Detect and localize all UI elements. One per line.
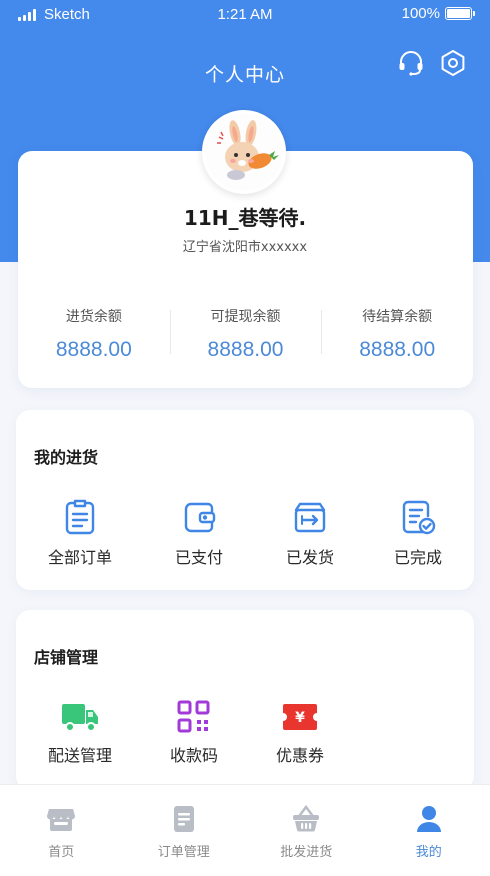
shipped-button[interactable]: 已发货 xyxy=(265,498,355,568)
qr-code-icon xyxy=(177,700,210,733)
user-address: 辽宁省沈阳市xxxxxx xyxy=(182,240,308,255)
battery-icon xyxy=(445,7,475,20)
tab-wholesale[interactable]: 批发进货 xyxy=(245,785,368,876)
grid-label: 已支付 xyxy=(174,548,223,567)
payment-code-button[interactable]: 收款码 xyxy=(149,700,239,766)
all-orders-button[interactable]: 全部订单 xyxy=(35,498,125,568)
balance-row: 进货余额 8888.00 可提现余额 8888.00 待结算余额 8888.00 xyxy=(18,300,473,370)
tab-label: 批发进货 xyxy=(280,845,333,860)
headset-icon[interactable] xyxy=(396,48,426,78)
wallet-icon xyxy=(184,502,216,533)
delivery-management-button[interactable]: 配送管理 xyxy=(35,700,125,766)
section-title: 店铺管理 xyxy=(34,648,99,667)
grid-label: 收款码 xyxy=(169,746,218,765)
completed-button[interactable]: 已完成 xyxy=(373,498,463,568)
user-avatar[interactable] xyxy=(202,110,286,194)
delivery-truck-icon xyxy=(62,704,98,732)
bunny-avatar-icon xyxy=(205,113,283,191)
grid-label: 全部订单 xyxy=(47,548,112,567)
my-purchases-card: 我的进货 全部订单 已支付 已发货 已完成 xyxy=(16,410,474,590)
tab-bar: 首页 订单管理 批发进货 我的 xyxy=(0,784,490,876)
paid-button[interactable]: 已支付 xyxy=(154,498,244,568)
balance-label: 进货余额 xyxy=(65,309,122,325)
settings-icon[interactable] xyxy=(438,48,468,78)
battery-percent: 100% xyxy=(401,5,440,22)
completed-doc-icon xyxy=(402,500,436,535)
grid-label: 已完成 xyxy=(393,548,442,567)
user-name: 11H_巷等待. xyxy=(183,206,307,230)
status-bar: Sketch 1:21 AM 100% xyxy=(0,0,490,30)
balance-withdrawable[interactable]: 可提现余额 8888.00 xyxy=(169,300,322,370)
tab-mine[interactable]: 我的 xyxy=(368,785,490,876)
balance-value: 8888.00 xyxy=(55,338,132,361)
tab-order-management[interactable]: 订单管理 xyxy=(123,785,246,876)
balance-pending[interactable]: 待结算余额 8888.00 xyxy=(321,300,473,370)
grid-label: 已发货 xyxy=(285,548,334,567)
coupon-icon: ¥ xyxy=(283,704,317,730)
grid-label: 优惠券 xyxy=(275,746,324,765)
tab-label: 首页 xyxy=(48,845,75,860)
svg-text:¥: ¥ xyxy=(295,710,305,726)
balance-label: 可提现余额 xyxy=(210,309,281,325)
balance-purchase[interactable]: 进货余额 8888.00 xyxy=(18,300,170,370)
tab-label: 订单管理 xyxy=(157,845,210,860)
tab-home[interactable]: 首页 xyxy=(0,785,123,876)
section-title: 我的进货 xyxy=(34,448,99,467)
order-doc-icon xyxy=(173,806,194,832)
shipped-box-icon xyxy=(294,502,326,533)
balance-value: 8888.00 xyxy=(207,338,284,361)
tab-label: 我的 xyxy=(415,845,442,860)
balance-label: 待结算余额 xyxy=(362,309,433,325)
store-icon xyxy=(47,809,76,831)
balance-value: 8888.00 xyxy=(359,338,436,361)
user-icon xyxy=(416,806,441,832)
order-list-icon xyxy=(65,499,95,535)
grid-label: 配送管理 xyxy=(47,746,112,765)
basket-icon xyxy=(293,804,320,832)
coupons-button[interactable]: ¥ 优惠券 xyxy=(255,700,345,766)
status-right: 100% xyxy=(401,5,475,22)
store-management-card: 店铺管理 配送管理 收款码 ¥ 优惠券 xyxy=(16,610,474,790)
